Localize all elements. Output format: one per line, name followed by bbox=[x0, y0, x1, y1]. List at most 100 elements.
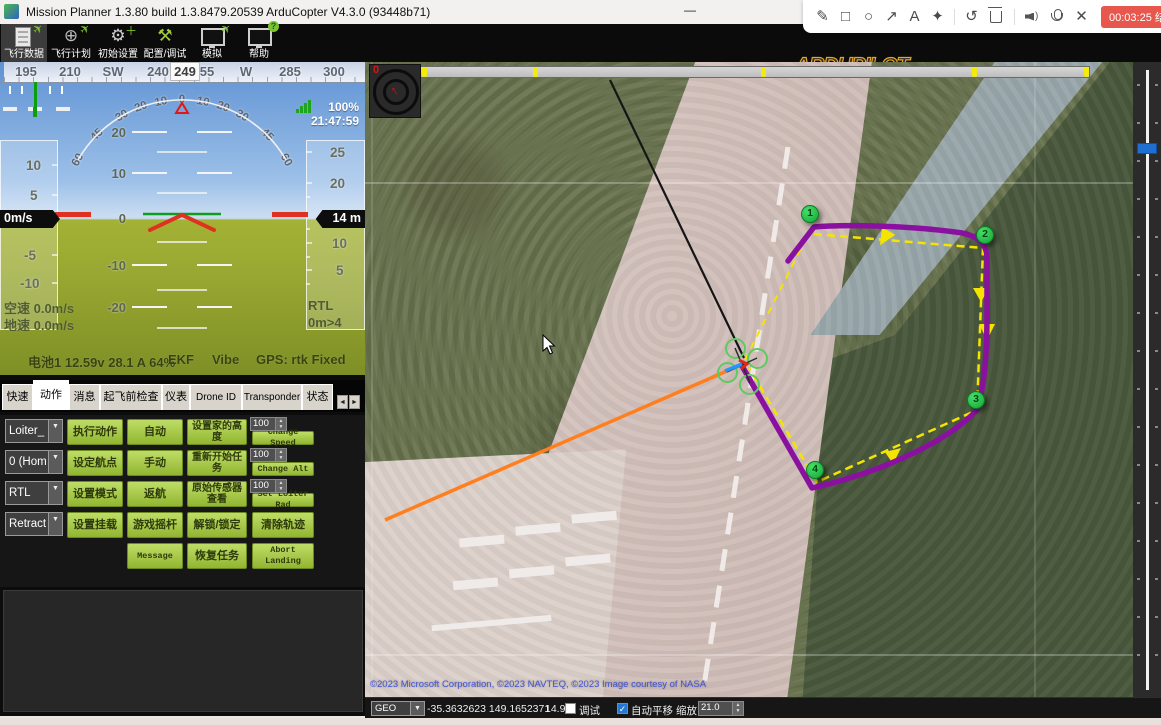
arm-disarm-button[interactable]: 解锁/锁定 bbox=[187, 512, 247, 538]
map-zoom-slider[interactable] bbox=[1133, 62, 1161, 697]
raw-sensor-button[interactable]: 原始传感器查看 bbox=[187, 481, 247, 507]
speed-spinner[interactable]: 100▲▼ bbox=[250, 417, 287, 431]
toolbar-simulation[interactable]: ✈ 模拟 bbox=[189, 24, 235, 62]
toolbar-help[interactable]: ? 帮助 bbox=[236, 24, 282, 62]
laser-icon[interactable]: ✦ bbox=[927, 7, 948, 27]
mission-planner-window: Mission Planner 1.3.80 build 1.3.8479.20… bbox=[0, 0, 1161, 725]
cursor-altitude: 14.9 bbox=[545, 703, 565, 715]
pencil-icon[interactable]: ✎ bbox=[812, 7, 833, 27]
flight-data-icon bbox=[15, 27, 31, 47]
map-attribution: ©2023 Microsoft Corporation, ©2023 NAVTE… bbox=[370, 679, 706, 690]
loiter-spinner[interactable]: 100▲▼ bbox=[250, 479, 287, 493]
clear-track-button[interactable]: 清除轨迹 bbox=[252, 512, 314, 538]
flight-plan-icon: ⊕ bbox=[64, 26, 78, 45]
set-home-alt-button[interactable]: 设置家的高度 bbox=[187, 419, 247, 445]
waypoint-marker[interactable]: 4 bbox=[806, 461, 826, 489]
actions-panel: Loiter_▼ 0 (Hom▼ RTL▼ Retract▼ 执行动作 设定航点… bbox=[0, 415, 365, 587]
manual-button[interactable]: 手动 bbox=[127, 450, 183, 476]
toolbar-flight-plan[interactable]: ⊕✈ 飞行计划 bbox=[48, 24, 94, 62]
mode-select[interactable]: RTL▼ bbox=[5, 481, 63, 505]
waypoint-marker[interactable]: 1 bbox=[801, 205, 821, 233]
debug-checkbox[interactable] bbox=[565, 703, 576, 714]
rtl-button[interactable]: 返航 bbox=[127, 481, 183, 507]
mouse-cursor bbox=[542, 334, 558, 356]
map-compass-overlay: 0 ↑ bbox=[369, 64, 421, 118]
help-icon bbox=[248, 28, 272, 46]
slider-track bbox=[1146, 70, 1149, 690]
set-loiter-button[interactable]: Set Loiter Rad bbox=[252, 493, 314, 507]
do-action-button[interactable]: 执行动作 bbox=[67, 419, 123, 445]
autopan-checkbox[interactable]: ✓ bbox=[617, 703, 628, 714]
minimize-button[interactable]: — bbox=[684, 3, 698, 17]
message-button[interactable]: Message bbox=[127, 543, 183, 569]
toolbar-flight-data[interactable]: ✈ 飞行数据 bbox=[1, 24, 47, 62]
resume-mission-button[interactable]: 恢复任务 bbox=[187, 543, 247, 569]
window-title: Mission Planner 1.3.80 build 1.3.8479.20… bbox=[26, 5, 430, 19]
text-icon[interactable]: A bbox=[904, 7, 925, 27]
hud[interactable]: 195 210 SW 240 55 W 285 300 249 60 45 30… bbox=[0, 62, 365, 375]
tab-scroll-right[interactable]: ► bbox=[349, 395, 360, 409]
close-recorder-icon[interactable]: ✕ bbox=[1071, 7, 1092, 27]
tab-drone-id[interactable]: Drone ID bbox=[190, 384, 242, 410]
recorder-toolbar: ✎ □ ○ ↗ A ✦ ↺ ) ✕ 00:03:25 结束 bbox=[803, 0, 1161, 33]
action-select[interactable]: Loiter_▼ bbox=[5, 419, 63, 443]
slider-handle[interactable] bbox=[1137, 143, 1157, 154]
set-wp-button[interactable]: 设定航点 bbox=[67, 450, 123, 476]
trash-icon[interactable] bbox=[990, 11, 1002, 23]
speaker-icon[interactable]: ) bbox=[1025, 10, 1039, 24]
arrow-icon[interactable]: ↗ bbox=[881, 7, 902, 27]
tab-quick[interactable]: 快速 bbox=[2, 384, 33, 410]
restart-mission-button[interactable]: 重新开始任务 bbox=[187, 450, 247, 476]
cursor-coordinates: -35.3632623 149.1652371 bbox=[427, 703, 550, 715]
toolbar-initial-setup[interactable]: ⚙＋ 初始设置 bbox=[95, 24, 141, 62]
change-speed-button[interactable]: Change Speed bbox=[252, 431, 314, 445]
bottom-strip bbox=[0, 718, 1161, 725]
tab-scroll-left[interactable]: ◄ bbox=[337, 395, 348, 409]
scale-bar bbox=[420, 66, 1090, 78]
drone-icon[interactable] bbox=[717, 338, 769, 390]
airspeed-readout: 0m/s bbox=[0, 210, 60, 228]
projection-select[interactable]: GEO ▼ bbox=[371, 701, 425, 716]
auto-button[interactable]: 自动 bbox=[127, 419, 183, 445]
waypoint-select[interactable]: 0 (Hom▼ bbox=[5, 450, 63, 474]
scale-tick bbox=[1084, 67, 1089, 77]
abort-landing-button[interactable]: Abort Landing bbox=[252, 543, 314, 569]
scale-tick bbox=[422, 67, 427, 77]
tab-gauges[interactable]: 仪表 bbox=[162, 384, 190, 410]
alt-spinner[interactable]: 100▲▼ bbox=[250, 448, 287, 462]
rectangle-icon[interactable]: □ bbox=[835, 7, 856, 27]
autopan-label: 自动平移 bbox=[631, 703, 673, 718]
tab-status[interactable]: 状态 bbox=[302, 384, 333, 410]
mount-select[interactable]: Retract▼ bbox=[5, 512, 63, 536]
empty-panel bbox=[3, 590, 363, 712]
circle-icon[interactable]: ○ bbox=[858, 7, 879, 27]
tab-strip: 快速 动作 消息 起飞前检查 仪表 Drone ID Transponder 状… bbox=[0, 380, 365, 412]
zoom-label: 缩放 bbox=[676, 703, 697, 718]
map-status-bar: GEO ▼ -35.3632623 149.1652371 14.9 调试 ✓ … bbox=[365, 697, 1161, 719]
scale-tick bbox=[761, 67, 766, 77]
tab-transponder[interactable]: Transponder bbox=[242, 384, 302, 410]
divider bbox=[1014, 9, 1015, 25]
debug-label: 调试 bbox=[579, 703, 600, 718]
change-alt-button[interactable]: Change Alt bbox=[252, 462, 314, 476]
tab-actions[interactable]: 动作 bbox=[33, 380, 69, 410]
waypoint-marker[interactable]: 2 bbox=[976, 226, 996, 254]
joystick-button[interactable]: 游戏摇杆 bbox=[127, 512, 183, 538]
map-canvas[interactable]: 0 ↑ 1 2 3 4 bbox=[365, 62, 1133, 697]
zoom-spinner[interactable]: 21.0 ▲▼ bbox=[698, 701, 744, 716]
tab-preflight[interactable]: 起飞前检查 bbox=[100, 384, 162, 410]
waypoint-marker[interactable]: 3 bbox=[967, 391, 987, 419]
set-mount-button[interactable]: 设置挂载 bbox=[67, 512, 123, 538]
divider bbox=[954, 9, 955, 25]
microphone-icon[interactable] bbox=[1050, 9, 1064, 25]
heading-readout: 249 bbox=[170, 62, 200, 81]
toolbar-config-tuning[interactable]: ⚒ 配置/调试 bbox=[142, 24, 188, 62]
tab-messages[interactable]: 消息 bbox=[69, 384, 100, 410]
app-icon bbox=[4, 4, 19, 19]
chevron-down-icon: ▼ bbox=[410, 702, 424, 715]
recording-timer-button[interactable]: 00:03:25 结束 bbox=[1101, 6, 1161, 28]
setup-icon: ⚙ bbox=[110, 26, 125, 45]
set-mode-button[interactable]: 设置模式 bbox=[67, 481, 123, 507]
map-zone: 0 ↑ 1 2 3 4 bbox=[365, 62, 1161, 725]
undo-icon[interactable]: ↺ bbox=[961, 7, 982, 27]
